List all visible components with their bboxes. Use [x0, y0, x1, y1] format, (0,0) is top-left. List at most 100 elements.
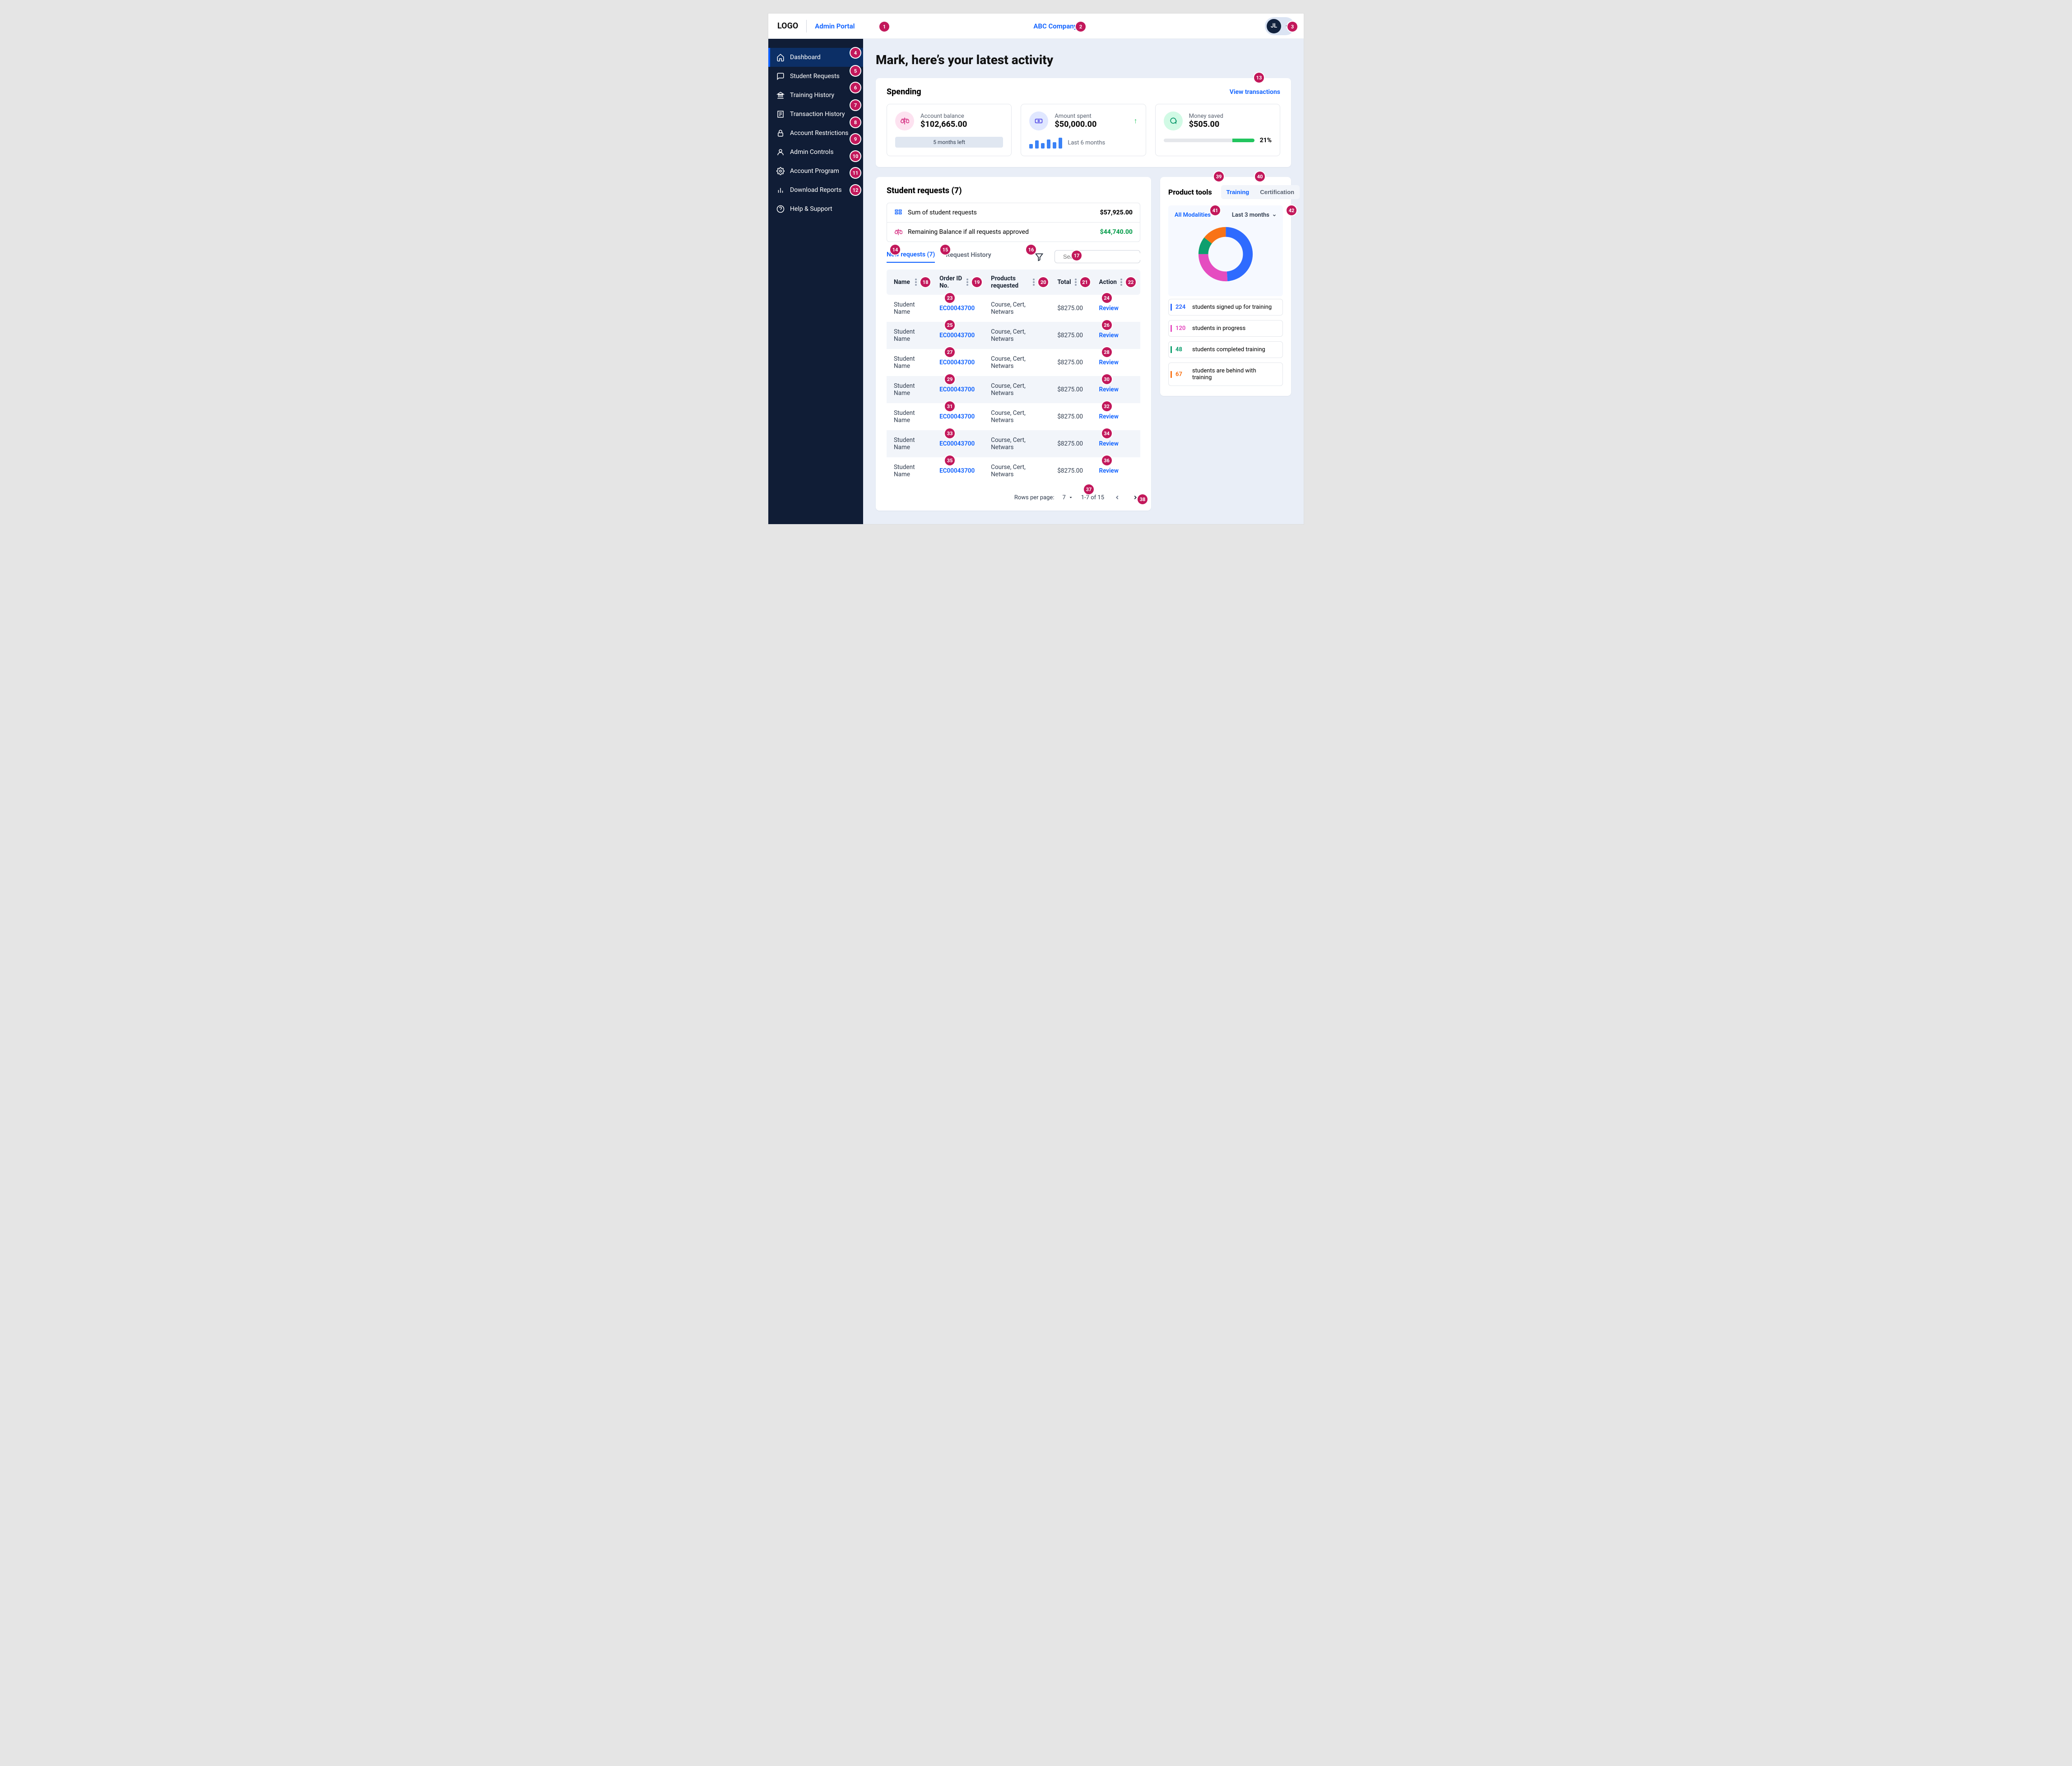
- admin-portal-link[interactable]: Admin Portal: [815, 22, 855, 30]
- table-row: Student Name31EC00043700Course, Cert, Ne…: [887, 403, 1140, 430]
- order-link[interactable]: EC00043700: [939, 413, 975, 420]
- sidebar: Dashboard Student Requests Training Histor…: [768, 39, 863, 524]
- review-link[interactable]: Review: [1099, 440, 1119, 447]
- company-name: ABC Company: [1033, 22, 1077, 30]
- product-tools-card: Product tools Training Certification 39 …: [1160, 177, 1291, 396]
- order-link[interactable]: EC00043700: [939, 440, 975, 447]
- column-menu-icon[interactable]: [1075, 279, 1077, 286]
- review-link[interactable]: Review: [1099, 413, 1119, 420]
- seg-training[interactable]: Training: [1221, 185, 1255, 199]
- tab-request-history[interactable]: Request History: [946, 251, 991, 262]
- trend-up-icon: ↑: [1134, 116, 1138, 125]
- sidebar-item-download-reports[interactable]: Download Reports: [768, 181, 863, 200]
- cell-total: $8275.00: [1053, 295, 1094, 322]
- annotation-29: 29: [945, 374, 955, 384]
- spent-range: Last 6 months: [1068, 139, 1105, 146]
- review-link[interactable]: Review: [1099, 332, 1119, 339]
- view-transactions-link[interactable]: View transactions: [1230, 88, 1280, 96]
- sidebar-item-label: Training History: [790, 92, 834, 99]
- saved-value: $505.00: [1189, 120, 1223, 129]
- table-row: Student Name33EC00043700Course, Cert, Ne…: [887, 430, 1140, 457]
- cell-products: Course, Cert, Netwars: [986, 322, 1053, 349]
- annotation-36: 36: [1102, 455, 1112, 465]
- order-link[interactable]: EC00043700: [939, 386, 975, 393]
- column-menu-icon[interactable]: [915, 279, 917, 286]
- column-menu-icon[interactable]: [966, 279, 968, 286]
- annotation-2: 2: [1076, 22, 1086, 32]
- order-link[interactable]: EC00043700: [939, 332, 975, 339]
- annotation-3: 3: [1287, 22, 1297, 32]
- balance-label: Account balance: [920, 113, 967, 120]
- cell-total: $8275.00: [1053, 430, 1094, 457]
- sum-label: Sum of student requests: [908, 209, 977, 216]
- cell-name: Student Name: [887, 349, 935, 376]
- annotation-40: 40: [1255, 172, 1265, 181]
- cell-name: Student Name: [887, 457, 935, 484]
- saved-label: Money saved: [1189, 113, 1223, 120]
- annotation-28: 28: [1102, 347, 1112, 357]
- sidebar-item-transaction-history[interactable]: Transaction History: [768, 105, 863, 124]
- annotation-9: 9: [850, 134, 860, 144]
- review-link[interactable]: Review: [1099, 467, 1119, 474]
- annotation-26: 26: [1102, 320, 1112, 330]
- annotation-4: 4: [850, 48, 860, 58]
- filter-icon[interactable]: [1035, 252, 1044, 261]
- order-link[interactable]: EC00043700: [939, 359, 975, 366]
- sidebar-item-dashboard[interactable]: Dashboard: [768, 48, 863, 67]
- legend-count: 224: [1171, 304, 1187, 311]
- review-link[interactable]: Review: [1099, 305, 1119, 312]
- rpp-select[interactable]: 7: [1062, 494, 1073, 501]
- cell-name: Student Name: [887, 376, 935, 403]
- sidebar-item-account-restrictions[interactable]: Account Restrictions: [768, 124, 863, 143]
- sidebar-item-label: Account Program: [790, 167, 839, 175]
- annotation-38: 38: [1138, 494, 1147, 504]
- sidebar-item-admin-controls[interactable]: Admin Controls: [768, 143, 863, 162]
- column-header: Total: [1057, 279, 1071, 286]
- balance-tile: Account balance $102,665.00 5 months lef…: [887, 104, 1012, 156]
- page-prev-button[interactable]: [1112, 493, 1122, 502]
- lock-icon: [776, 129, 785, 137]
- seg-certification[interactable]: Certification: [1254, 185, 1300, 199]
- sidebar-item-label: Download Reports: [790, 186, 842, 194]
- annotation-41: 41: [1210, 205, 1220, 215]
- review-link[interactable]: Review: [1099, 359, 1119, 366]
- annotation-22: 22: [1126, 277, 1136, 287]
- column-menu-icon[interactable]: [1033, 279, 1035, 286]
- annotation-27: 27: [945, 347, 955, 357]
- user-icon: [776, 148, 785, 156]
- legend-count: 120: [1171, 325, 1187, 332]
- piggy-icon: [1164, 112, 1183, 130]
- sidebar-item-label: Dashboard: [790, 54, 821, 61]
- saved-percent: 21%: [1260, 137, 1272, 144]
- balance-value: $102,665.00: [920, 120, 967, 129]
- chat-icon: [776, 72, 785, 80]
- period-dropdown[interactable]: Last 3 months: [1232, 212, 1277, 218]
- review-link[interactable]: Review: [1099, 386, 1119, 393]
- cell-products: Course, Cert, Netwars: [986, 430, 1053, 457]
- sidebar-item-training-history[interactable]: Training History: [768, 86, 863, 105]
- legend-item: 120students in progress: [1168, 320, 1283, 337]
- annotation-8: 8: [850, 117, 860, 127]
- order-link[interactable]: EC00043700: [939, 305, 975, 312]
- cell-products: Course, Cert, Netwars: [986, 376, 1053, 403]
- sidebar-item-label: Student Requests: [790, 73, 840, 80]
- sidebar-item-student-requests[interactable]: Student Requests: [768, 67, 863, 86]
- annotation-10: 10: [850, 151, 860, 161]
- annotation-32: 32: [1102, 401, 1112, 411]
- divider: [806, 20, 807, 33]
- rpp-label: Rows per page:: [1014, 494, 1055, 501]
- annotation-37: 37: [1084, 484, 1094, 494]
- column-header: Order ID No.: [939, 275, 963, 289]
- sidebar-item-account-program[interactable]: Account Program: [768, 162, 863, 181]
- home-icon: [776, 53, 785, 61]
- column-menu-icon[interactable]: [1120, 279, 1122, 286]
- sidebar-item-help-support[interactable]: Help & Support: [768, 200, 863, 218]
- requests-table: Name18Order ID No.19Products requested20…: [887, 270, 1140, 484]
- search-box[interactable]: [1055, 250, 1140, 263]
- legend-item: 48students completed training: [1168, 341, 1283, 358]
- tools-title: Product tools: [1168, 188, 1212, 196]
- table-row: Student Name25EC00043700Course, Cert, Ne…: [887, 322, 1140, 349]
- order-link[interactable]: EC00043700: [939, 467, 975, 474]
- annotation-13: 13: [1254, 73, 1264, 83]
- cell-total: $8275.00: [1053, 376, 1094, 403]
